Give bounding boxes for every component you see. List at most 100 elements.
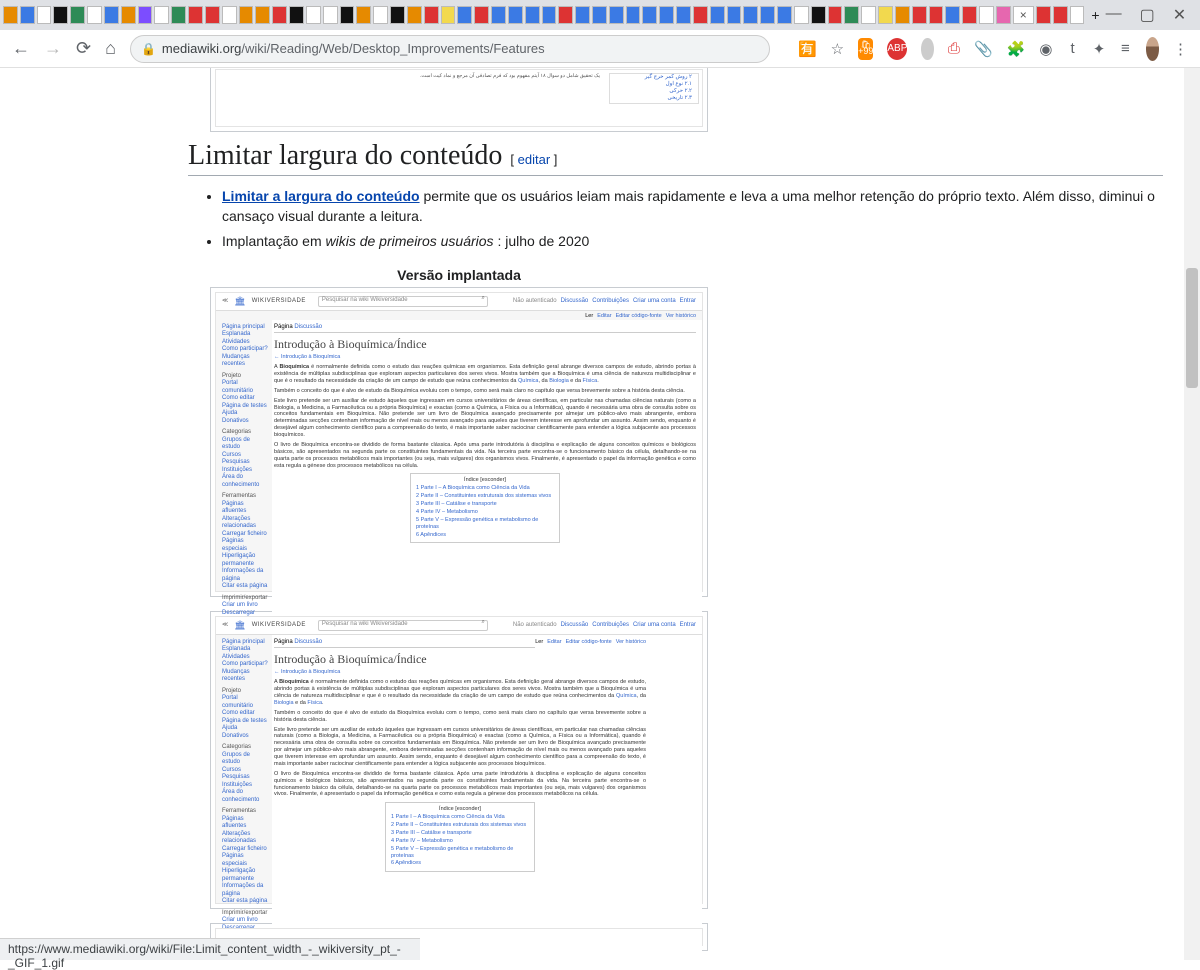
browser-tab[interactable] bbox=[945, 6, 960, 24]
browser-tab[interactable] bbox=[979, 6, 994, 24]
bookmark-icon[interactable]: ☆ bbox=[831, 38, 844, 60]
browser-tab[interactable] bbox=[205, 6, 220, 24]
browser-tab[interactable] bbox=[609, 6, 624, 24]
edit-link[interactable]: editar bbox=[518, 152, 551, 167]
browser-tab[interactable] bbox=[912, 6, 927, 24]
browser-tab[interactable] bbox=[424, 6, 439, 24]
browser-tab[interactable] bbox=[3, 6, 18, 24]
browser-tab[interactable] bbox=[20, 6, 35, 24]
browser-tab[interactable] bbox=[710, 6, 725, 24]
circle-icon[interactable]: ◉ bbox=[1039, 38, 1052, 60]
browser-tab[interactable] bbox=[693, 6, 708, 24]
extension-badge-icon[interactable]: 🛍 +99 bbox=[858, 38, 873, 60]
browser-tab[interactable] bbox=[592, 6, 607, 24]
browser-tab[interactable] bbox=[222, 6, 237, 24]
browser-tab[interactable] bbox=[171, 6, 186, 24]
browser-tab[interactable] bbox=[441, 6, 456, 24]
browser-tab[interactable] bbox=[306, 6, 321, 24]
profile-avatar[interactable] bbox=[1146, 37, 1159, 61]
browser-tab[interactable] bbox=[255, 6, 270, 24]
browser-tab[interactable] bbox=[558, 6, 573, 24]
section-heading: Limitar largura do conteúdo bbox=[188, 140, 502, 172]
browser-tab[interactable] bbox=[356, 6, 371, 24]
browser-tab[interactable] bbox=[727, 6, 742, 24]
window-maximize-button[interactable]: ▢ bbox=[1140, 5, 1155, 25]
browser-tab[interactable] bbox=[542, 6, 557, 24]
kebab-menu-icon[interactable]: ⋮ bbox=[1173, 38, 1188, 60]
browser-tab[interactable] bbox=[642, 6, 657, 24]
browser-tab[interactable] bbox=[962, 6, 977, 24]
extensions-menu-icon[interactable]: ✦ bbox=[1093, 38, 1106, 60]
browser-tab[interactable] bbox=[239, 6, 254, 24]
scrollbar-thumb[interactable] bbox=[1186, 268, 1198, 388]
browser-tab-active[interactable]: × bbox=[1013, 6, 1034, 24]
screenshot-thumb[interactable]: ≪ 🏛 WIKIVERSIDADE Pesquisar na wiki Wiki… bbox=[210, 287, 708, 597]
browser-tab[interactable] bbox=[188, 6, 203, 24]
browser-tab[interactable] bbox=[828, 6, 843, 24]
browser-tab[interactable] bbox=[626, 6, 641, 24]
browser-tab[interactable] bbox=[794, 6, 809, 24]
page-viewport[interactable]: یک تحقیق شامل دو سوال ۱۸ آیتم مفهوم بود … bbox=[0, 68, 1200, 960]
browser-tab[interactable] bbox=[743, 6, 758, 24]
reading-list-icon[interactable]: ≡ bbox=[1119, 38, 1131, 60]
back-button[interactable]: ← bbox=[12, 38, 30, 59]
browser-tab[interactable] bbox=[121, 6, 136, 24]
translate-icon[interactable]: 🈶 bbox=[798, 38, 817, 60]
abp-icon[interactable]: ABP bbox=[887, 38, 907, 60]
browser-tab[interactable] bbox=[508, 6, 523, 24]
browser-tab[interactable] bbox=[289, 6, 304, 24]
browser-tab[interactable] bbox=[861, 6, 876, 24]
browser-tab[interactable] bbox=[53, 6, 68, 24]
browser-tab[interactable] bbox=[676, 6, 691, 24]
address-bar[interactable]: 🔒 mediawiki.org /wiki/Reading/Web/Deskto… bbox=[130, 35, 770, 63]
browser-tab[interactable] bbox=[491, 6, 506, 24]
browser-tab[interactable] bbox=[525, 6, 540, 24]
browser-tab[interactable] bbox=[87, 6, 102, 24]
wiki-logo-icon: 🏛 bbox=[234, 296, 245, 307]
puzzle-icon[interactable]: 🧩 bbox=[1007, 38, 1026, 60]
window-close-button[interactable]: ✕ bbox=[1173, 5, 1186, 25]
clip-icon[interactable]: 📎 bbox=[974, 38, 993, 60]
browser-tab[interactable] bbox=[104, 6, 119, 24]
thumb-caption: Versão implantada bbox=[210, 267, 708, 283]
browser-tab[interactable] bbox=[811, 6, 826, 24]
browser-tab[interactable] bbox=[340, 6, 355, 24]
pdf-icon[interactable]: ⎙ bbox=[948, 38, 960, 60]
browser-tab[interactable] bbox=[272, 6, 287, 24]
browser-tab[interactable] bbox=[138, 6, 153, 24]
browser-tab[interactable] bbox=[323, 6, 338, 24]
forward-button[interactable]: → bbox=[44, 38, 62, 59]
browser-tab[interactable] bbox=[844, 6, 859, 24]
window-minimize-button[interactable]: — bbox=[1106, 5, 1122, 25]
browser-tab[interactable] bbox=[390, 6, 405, 24]
browser-tab[interactable] bbox=[407, 6, 422, 24]
browser-tab[interactable] bbox=[474, 6, 489, 24]
browser-tab[interactable] bbox=[760, 6, 775, 24]
screenshot-thumb[interactable]: ≪ 🏛 WIKIVERSIDADE Pesquisar na wiki Wiki… bbox=[210, 611, 708, 909]
browser-tab[interactable] bbox=[70, 6, 85, 24]
browser-tab[interactable] bbox=[575, 6, 590, 24]
reload-button[interactable]: ⟳ bbox=[76, 38, 91, 59]
screenshot-thumb[interactable]: یک تحقیق شامل دو سوال ۱۸ آیتم مفهوم بود … bbox=[210, 68, 708, 132]
feature-bullets: Limitar a largura do conteúdo permite qu… bbox=[222, 186, 1163, 251]
feature-link[interactable]: Limitar a largura do conteúdo bbox=[222, 188, 420, 204]
browser-tab[interactable] bbox=[895, 6, 910, 24]
scrollbar-track[interactable] bbox=[1184, 68, 1200, 960]
browser-tab[interactable] bbox=[1036, 6, 1051, 24]
browser-tab[interactable] bbox=[996, 6, 1011, 24]
browser-tab[interactable] bbox=[457, 6, 472, 24]
browser-tab[interactable] bbox=[659, 6, 674, 24]
extension-icon[interactable] bbox=[921, 38, 933, 60]
bullet-item: Limitar a largura do conteúdo permite qu… bbox=[222, 186, 1163, 227]
browser-tab[interactable] bbox=[777, 6, 792, 24]
browser-tab[interactable] bbox=[929, 6, 944, 24]
browser-tab[interactable] bbox=[1070, 6, 1085, 24]
new-tab-button[interactable]: + bbox=[1091, 7, 1099, 23]
tumblr-icon[interactable]: t bbox=[1066, 38, 1078, 60]
home-button[interactable]: ⌂ bbox=[105, 38, 116, 59]
browser-tab[interactable] bbox=[37, 6, 52, 24]
browser-tab[interactable] bbox=[878, 6, 893, 24]
browser-tab[interactable] bbox=[373, 6, 388, 24]
browser-tab[interactable] bbox=[154, 6, 169, 24]
browser-tab[interactable] bbox=[1053, 6, 1068, 24]
